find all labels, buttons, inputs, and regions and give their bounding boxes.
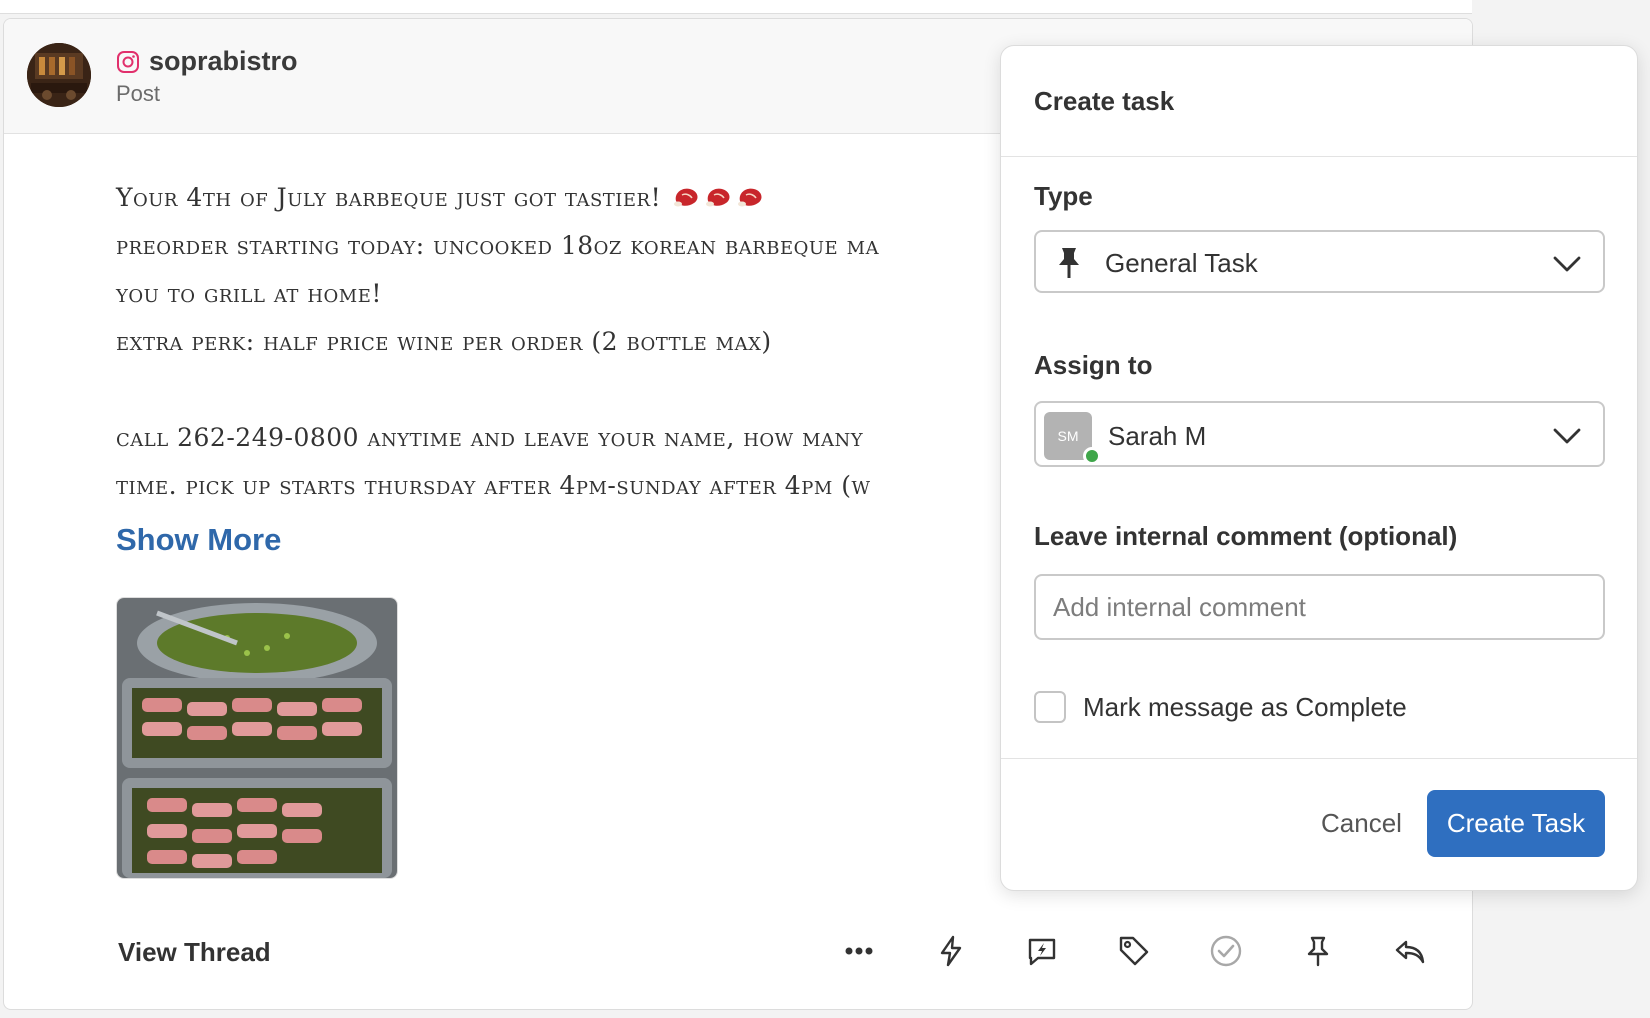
mark-complete-checkbox[interactable]	[1034, 691, 1066, 723]
post-type-label: Post	[116, 81, 161, 106]
online-status-dot	[1083, 447, 1101, 465]
post-text-line: time. pick up starts thursday after 4pm-…	[116, 471, 871, 500]
create-task-button[interactable]: Create Task	[1427, 790, 1605, 857]
post-image[interactable]	[116, 597, 398, 879]
post-text-line: you to grill at home!	[116, 279, 382, 308]
meat-emoji-icon	[737, 188, 762, 207]
top-strip	[0, 0, 1472, 14]
cancel-button[interactable]: Cancel	[1321, 808, 1402, 839]
assign-to-label: Assign to	[1034, 350, 1153, 380]
internal-comment-input[interactable]	[1034, 574, 1605, 640]
post-text-gap	[116, 366, 1016, 414]
food-photo	[117, 598, 397, 878]
create-task-modal: Create task Type General Task Assign to …	[1000, 45, 1638, 891]
lightning-icon[interactable]	[931, 931, 971, 971]
quick-reply-icon[interactable]	[1022, 931, 1062, 971]
meat-emoji-icon	[673, 188, 698, 207]
more-options-icon[interactable]	[839, 931, 879, 971]
comment-label: Leave internal comment (optional)	[1034, 521, 1458, 551]
task-type-select[interactable]: General Task	[1034, 230, 1605, 293]
assignee-name: Sarah M	[1108, 421, 1207, 451]
restaurant-photo	[27, 43, 91, 107]
pin-icon[interactable]	[1298, 931, 1338, 971]
tag-icon[interactable]	[1114, 931, 1154, 971]
pin-icon	[1059, 248, 1079, 278]
task-type-value: General Task	[1105, 248, 1258, 278]
mark-complete-label[interactable]: Mark message as Complete	[1083, 692, 1407, 723]
post-body: Your 4th of July barbeque just got tasti…	[116, 174, 1016, 510]
view-thread-link[interactable]: View Thread	[118, 937, 271, 968]
chevron-down-icon	[1553, 428, 1581, 444]
modal-title: Create task	[1034, 86, 1175, 116]
chevron-down-icon	[1553, 256, 1581, 272]
divider	[1001, 156, 1637, 157]
post-text-line: call 262-249-0800 anytime and leave your…	[116, 423, 864, 452]
reply-icon[interactable]	[1390, 931, 1430, 971]
post-text-line: extra perk: half price wine per order (2…	[116, 327, 772, 356]
post-text-line: preorder starting today: uncooked 18oz k…	[116, 231, 880, 260]
divider	[1001, 758, 1637, 759]
complete-check-icon[interactable]	[1206, 931, 1246, 971]
account-avatar[interactable]	[27, 43, 91, 107]
assignee-select[interactable]: SM Sarah M	[1034, 401, 1605, 467]
instagram-icon	[117, 51, 139, 73]
account-username[interactable]: soprabistro	[149, 46, 298, 77]
meat-emoji-icon	[705, 188, 730, 207]
type-label: Type	[1034, 181, 1093, 211]
show-more-link[interactable]: Show More	[116, 522, 281, 558]
post-text-line: Your 4th of July barbeque just got tasti…	[116, 174, 1016, 222]
